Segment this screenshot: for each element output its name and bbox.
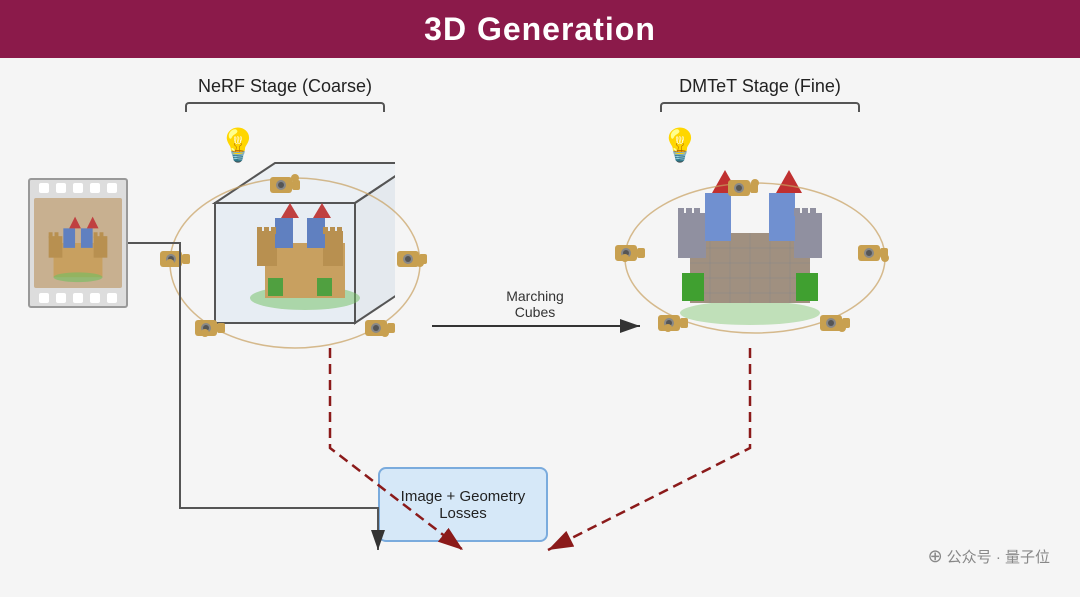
- main-content: NeRF Stage (Coarse) DMTeT Stage (Fine) 💡…: [0, 58, 1080, 597]
- film-holes-bottom: [30, 290, 126, 306]
- castle-small-svg: [34, 198, 122, 288]
- losses-label: Image + GeometryLosses: [401, 488, 526, 522]
- dmtet-to-losses-arrow: [548, 348, 750, 550]
- film-image: [34, 198, 122, 288]
- film-hole: [73, 183, 83, 193]
- marching-cubes-label: MarchingCubes: [490, 288, 580, 320]
- page-title: 3D Generation: [424, 11, 656, 48]
- dmtet-brace: [660, 102, 860, 112]
- film-holes-top: [30, 180, 126, 196]
- nerf-stage-label: NeRF Stage (Coarse): [185, 76, 385, 97]
- film-hole: [90, 183, 100, 193]
- film-hole: [56, 293, 66, 303]
- nerf-brace: [185, 102, 385, 112]
- dmtet-orbit-svg: [610, 148, 900, 358]
- film-hole: [90, 293, 100, 303]
- film-hole: [73, 293, 83, 303]
- watermark-text: 公众号 · 量子位: [947, 546, 1050, 567]
- film-hole: [39, 293, 49, 303]
- losses-box: Image + GeometryLosses: [378, 467, 548, 542]
- header: 3D Generation: [0, 0, 1080, 58]
- film-hole: [56, 183, 66, 193]
- watermark-icon: ⊕: [928, 546, 943, 567]
- film-hole: [107, 293, 117, 303]
- nerf-orbit-svg: [155, 133, 435, 383]
- watermark: ⊕ 公众号 · 量子位: [928, 546, 1050, 567]
- film-strip: [28, 178, 128, 308]
- dmtet-stage-label: DMTeT Stage (Fine): [660, 76, 860, 97]
- film-hole: [107, 183, 117, 193]
- film-hole: [39, 183, 49, 193]
